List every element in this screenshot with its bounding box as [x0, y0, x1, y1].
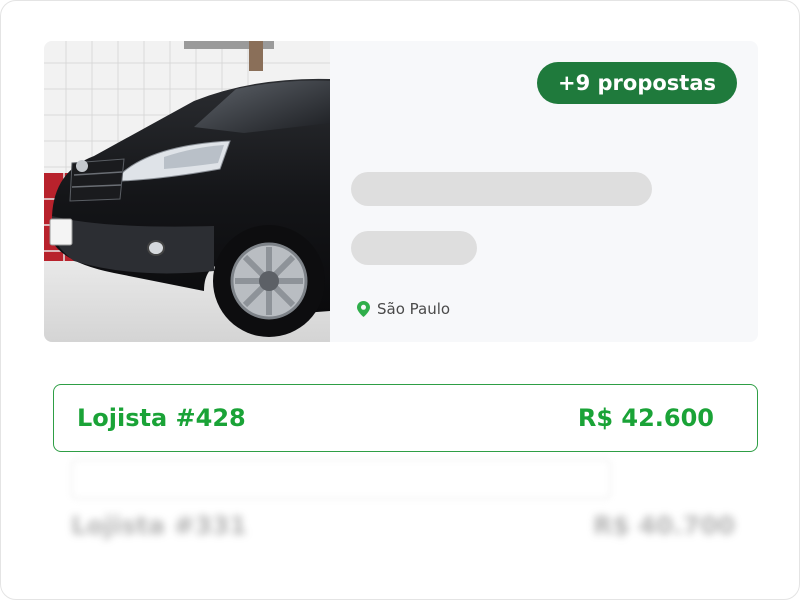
proposal-row-highlighted[interactable]: Lojista #428 R$ 42.600	[53, 384, 758, 452]
listing-card[interactable]: +9 propostas São Paulo	[44, 41, 758, 342]
blurred-proposal-box	[71, 459, 611, 499]
subtitle-placeholder	[351, 231, 477, 265]
car-photo	[44, 41, 330, 342]
page: +9 propostas São Paulo Lojista #428 R$ 4…	[0, 0, 800, 600]
proposal-row-blurred: Lojista #331 R$ 40.700	[71, 506, 735, 546]
proposal-seller: Lojista #428	[77, 404, 246, 432]
offers-badge: +9 propostas	[537, 62, 738, 104]
proposal-price: R$ 40.700	[593, 511, 735, 540]
map-pin-icon	[357, 301, 370, 317]
location-label: São Paulo	[377, 300, 451, 318]
proposal-price: R$ 42.600	[577, 404, 714, 432]
location: São Paulo	[357, 298, 450, 320]
proposal-seller: Lojista #331	[71, 511, 247, 540]
title-placeholder	[351, 172, 652, 206]
